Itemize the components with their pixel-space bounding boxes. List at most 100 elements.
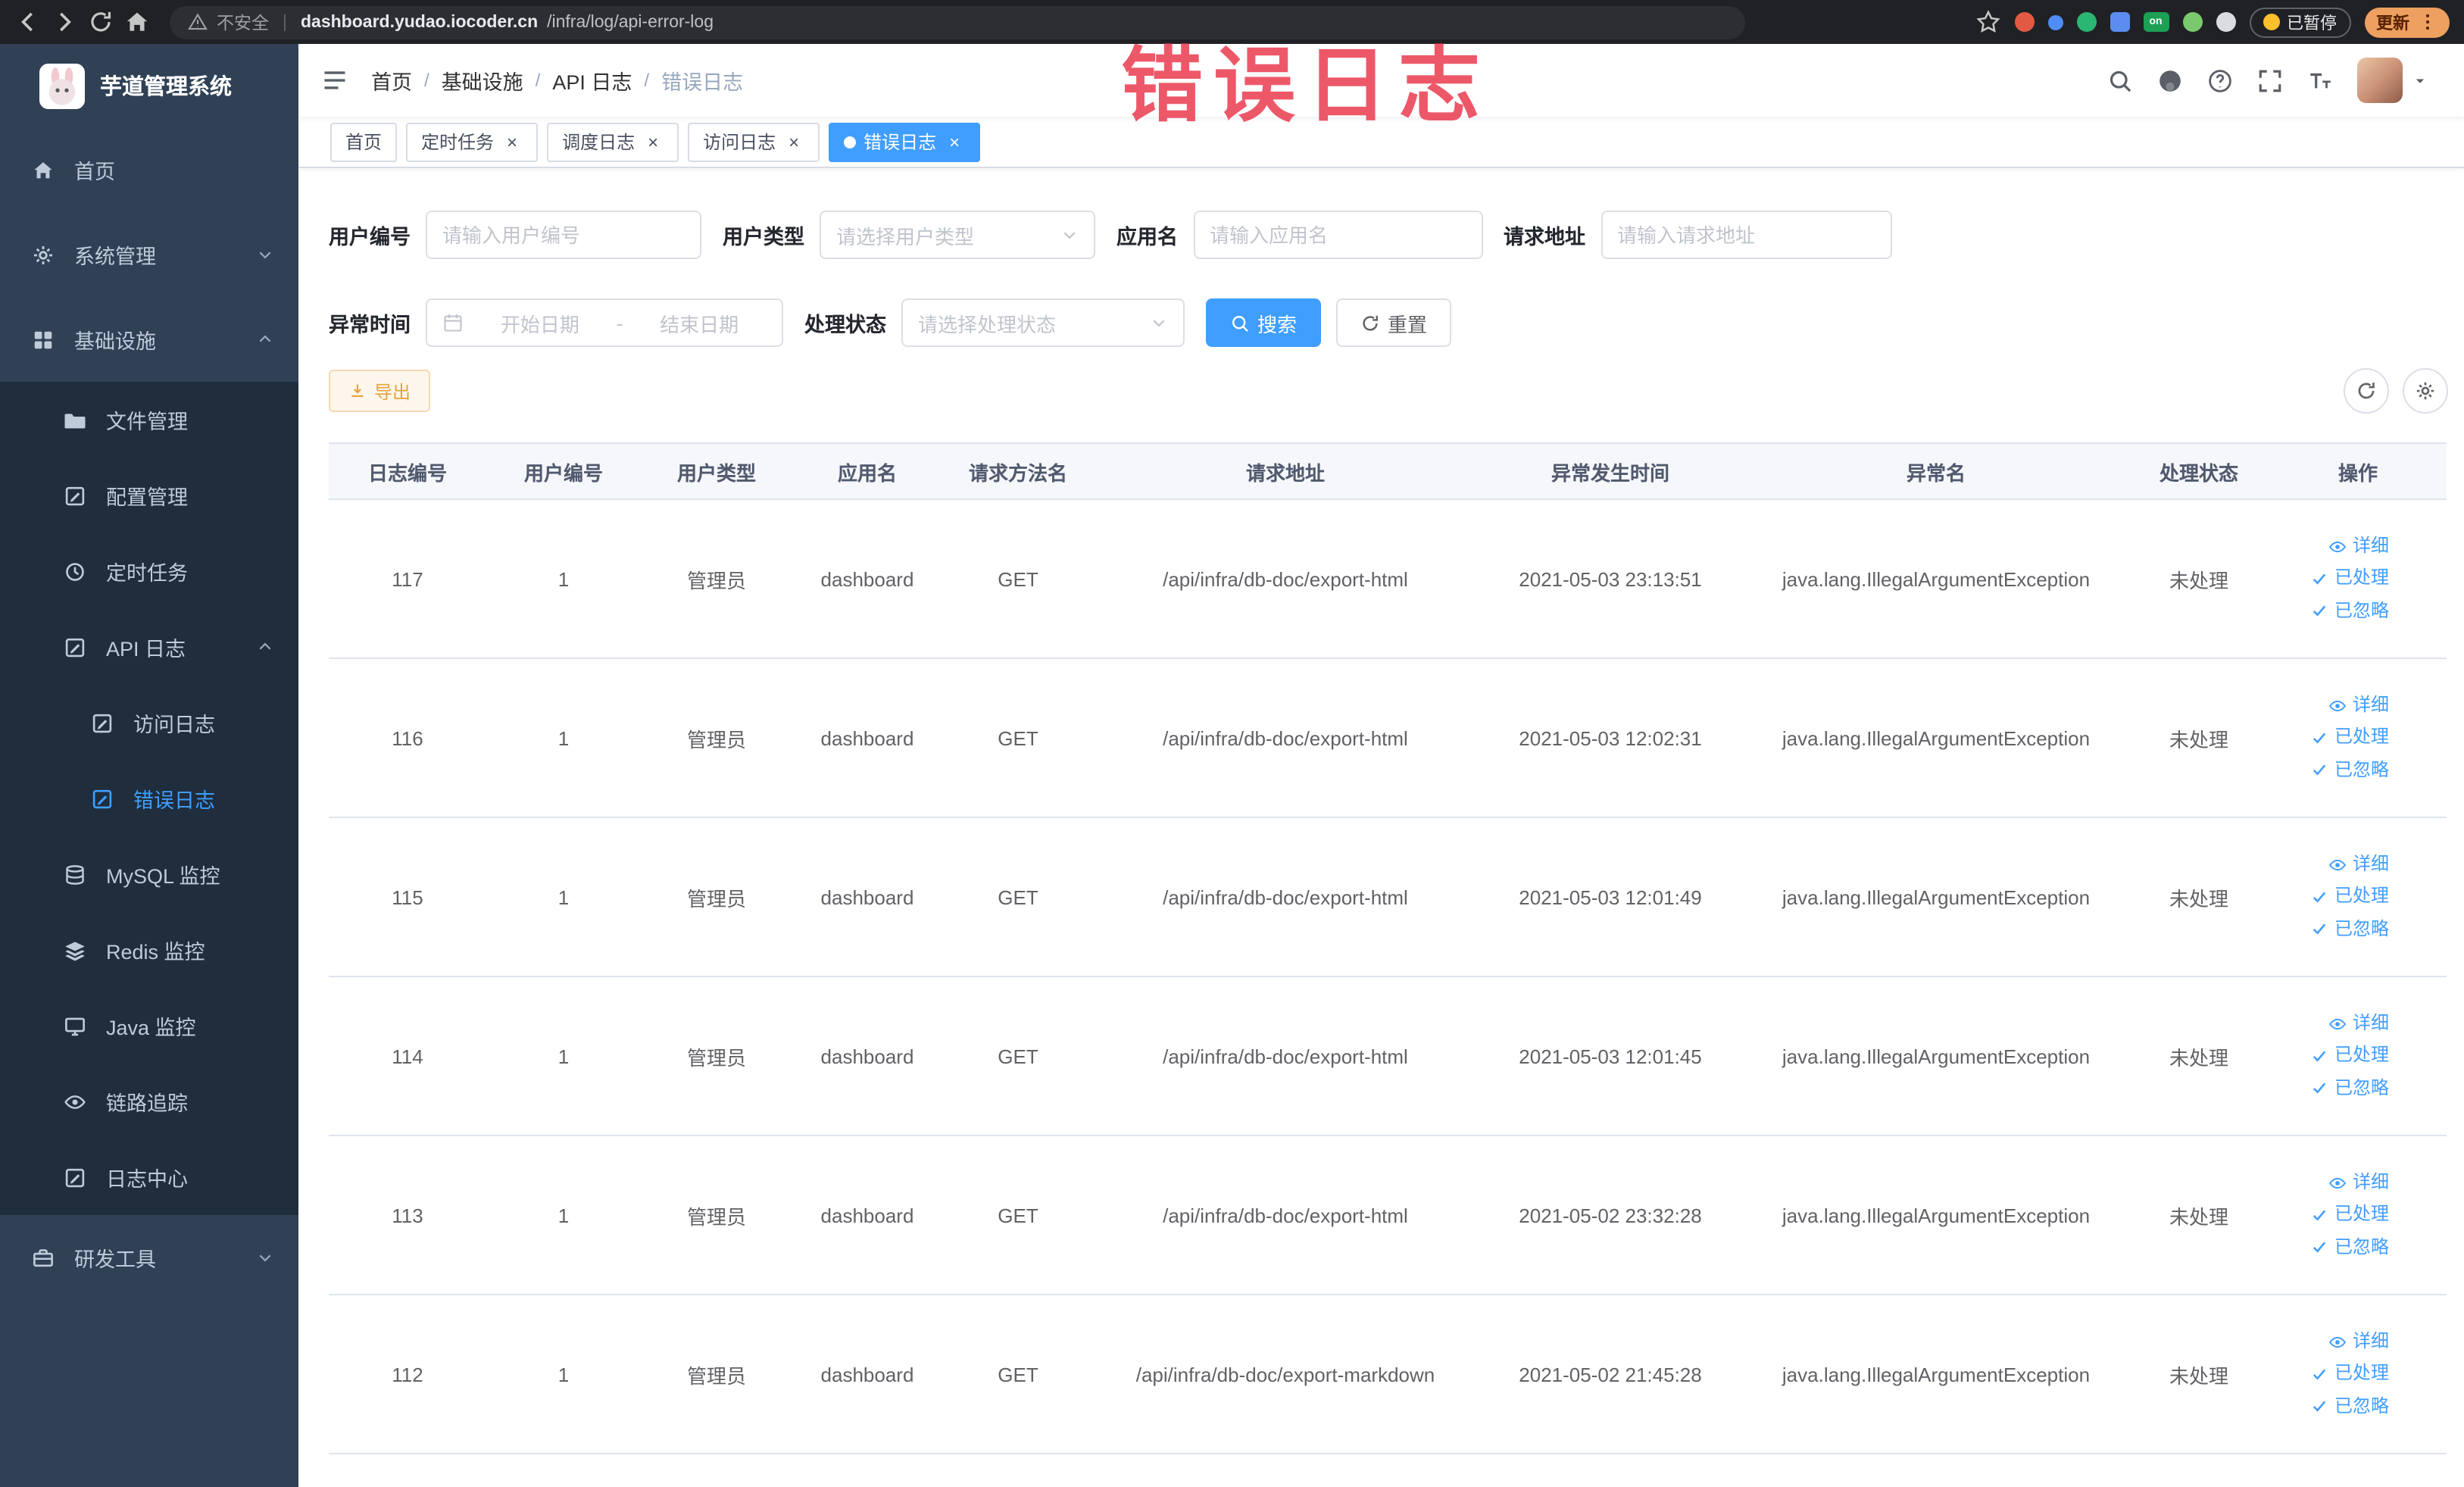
export-button[interactable]: 导出	[329, 370, 431, 412]
action-label: 详细	[2352, 694, 2389, 716]
user-menu[interactable]	[2356, 58, 2428, 103]
update-button[interactable]: 更新	[2364, 7, 2449, 37]
process-status-select[interactable]: 请选择处理状态	[901, 298, 1185, 347]
close-icon[interactable]: ×	[501, 131, 523, 152]
action-ignored[interactable]: 已忽略	[2269, 918, 2389, 939]
tab-2[interactable]: 调度日志 ×	[547, 122, 679, 161]
sidebar-item-11[interactable]: Java 监控	[0, 988, 298, 1064]
sidebar-item-14[interactable]: 研发工具	[0, 1215, 298, 1300]
action-label: 详细	[2352, 1171, 2389, 1193]
cell-id: 117	[329, 499, 486, 659]
action-ignored[interactable]: 已忽略	[2269, 599, 2389, 621]
action-processed[interactable]: 已处理	[2269, 1204, 2389, 1225]
breadcrumb-item[interactable]: 首页	[371, 65, 412, 95]
cell-method: GET	[942, 499, 1094, 659]
sidebar-item-0[interactable]: 首页	[0, 127, 298, 212]
action-detail[interactable]: 详细	[2269, 1171, 2389, 1193]
tab-4[interactable]: 错误日志 ×	[829, 122, 981, 161]
sidebar-menu: 首页 系统管理 基础设施 文件管理 配置管理 定时任务 API 日志 访问日志 错误日志 MySQ…	[0, 127, 298, 1300]
date-range-picker[interactable]: 开始日期 - 结束日期	[426, 298, 783, 347]
action-processed[interactable]: 已处理	[2269, 1363, 2389, 1384]
hamburger-icon[interactable]	[321, 67, 348, 94]
sidebar-item-6[interactable]: API 日志	[0, 609, 298, 685]
reset-button[interactable]: 重置	[1336, 298, 1452, 347]
sidebar-item-12[interactable]: 链路追踪	[0, 1064, 298, 1139]
extension-icon[interactable]	[2014, 12, 2034, 32]
cell-actions: 详细 已处理 已忽略	[2269, 817, 2447, 977]
action-detail[interactable]: 详细	[2269, 695, 2389, 715]
sidebar-item-8[interactable]: 错误日志	[0, 761, 298, 836]
browser-home-icon[interactable]	[124, 9, 150, 35]
url-separator: |	[283, 13, 287, 31]
sidebar-item-1[interactable]: 系统管理	[0, 212, 298, 297]
logo[interactable]: 芋道管理系统	[0, 44, 298, 127]
extension-icon[interactable]	[2216, 12, 2235, 32]
github-icon[interactable]	[2156, 67, 2182, 93]
action-detail[interactable]: 详细	[2269, 854, 2389, 874]
action-label: 已处理	[2334, 726, 2389, 748]
tab-3[interactable]: 访问日志 ×	[688, 122, 820, 161]
cell-app: dashboard	[792, 976, 942, 1136]
action-processed[interactable]: 已处理	[2269, 886, 2389, 907]
forward-icon[interactable]	[52, 9, 77, 35]
action-processed[interactable]: 已处理	[2269, 1045, 2389, 1066]
action-ignored[interactable]: 已忽略	[2269, 1236, 2389, 1257]
action-ignored[interactable]: 已忽略	[2269, 759, 2389, 779]
column-settings-button[interactable]	[2402, 368, 2447, 414]
cell-exception: java.lang.IllegalArgumentException	[1744, 1295, 2128, 1454]
user-id-input[interactable]	[426, 211, 701, 259]
app-name-input[interactable]	[1193, 211, 1482, 259]
paused-chip[interactable]: 已暂停	[2249, 7, 2350, 37]
extension-icon[interactable]	[2182, 12, 2202, 32]
filter-user-type: 用户类型 请选择用户类型	[723, 211, 1095, 259]
sidebar-item-10[interactable]: Redis 监控	[0, 912, 298, 988]
action-detail[interactable]: 详细	[2269, 1013, 2389, 1033]
sidebar-item-2[interactable]: 基础设施	[0, 297, 298, 382]
close-icon[interactable]: ×	[642, 131, 664, 152]
cell-user_id: 1	[486, 658, 641, 818]
sidebar-item-4[interactable]: 配置管理	[0, 458, 298, 533]
bookmark-star-icon[interactable]	[1975, 9, 2000, 35]
help-icon[interactable]	[2206, 67, 2232, 93]
action-processed[interactable]: 已处理	[2269, 726, 2389, 748]
reload-icon[interactable]	[88, 9, 114, 35]
breadcrumb-item[interactable]: API 日志	[552, 65, 632, 95]
breadcrumb-item[interactable]: 基础设施	[442, 65, 523, 95]
fullscreen-icon[interactable]	[2256, 67, 2282, 93]
action-ignored[interactable]: 已忽略	[2269, 1077, 2389, 1098]
action-ignored[interactable]: 已忽略	[2269, 1395, 2389, 1416]
refresh-table-button[interactable]	[2343, 368, 2388, 414]
tab-1[interactable]: 定时任务 ×	[406, 122, 539, 161]
sidebar-item-9[interactable]: MySQL 监控	[0, 836, 298, 912]
back-icon[interactable]	[15, 9, 41, 35]
url-bar[interactable]: 不安全 | dashboard.yudao.iocoder.cn/infra/l…	[170, 5, 1745, 39]
cell-user_type: 管理员	[641, 658, 792, 818]
search-button[interactable]: 搜索	[1206, 298, 1322, 347]
url-path: /infra/log/api-error-log	[547, 13, 714, 31]
sidebar-item-5[interactable]: 定时任务	[0, 533, 298, 609]
user-type-select[interactable]: 请选择用户类型	[820, 211, 1095, 259]
action-detail[interactable]: 详细	[2269, 536, 2389, 556]
action-processed[interactable]: 已处理	[2269, 567, 2389, 589]
action-detail[interactable]: 详细	[2269, 1331, 2389, 1351]
request-url-input[interactable]	[1601, 211, 1891, 259]
sidebar-item-7[interactable]: 访问日志	[0, 685, 298, 761]
eye-icon	[2328, 856, 2347, 874]
chevron-down-icon	[256, 245, 274, 264]
cell-user_type: 管理员	[641, 976, 792, 1136]
close-icon[interactable]: ×	[783, 131, 804, 152]
extension-badge[interactable]: on	[2143, 12, 2169, 32]
action-label: 已忽略	[2334, 599, 2389, 621]
sidebar-item-13[interactable]: 日志中心	[0, 1139, 298, 1215]
tab-0[interactable]: 首页	[330, 122, 398, 161]
filter-exception-time: 异常时间 开始日期 - 结束日期	[329, 298, 783, 347]
cell-url: /api/infra/db-doc/export-html	[1094, 817, 1477, 977]
extension-icon[interactable]	[2076, 12, 2096, 32]
extension-icon[interactable]	[2047, 14, 2063, 30]
close-icon[interactable]: ×	[944, 131, 965, 152]
extension-icon[interactable]	[2110, 12, 2129, 32]
tab-label: 错误日志	[863, 132, 937, 153]
sidebar-item-3[interactable]: 文件管理	[0, 382, 298, 458]
search-icon[interactable]	[2106, 67, 2132, 93]
font-size-icon[interactable]	[2306, 67, 2332, 93]
